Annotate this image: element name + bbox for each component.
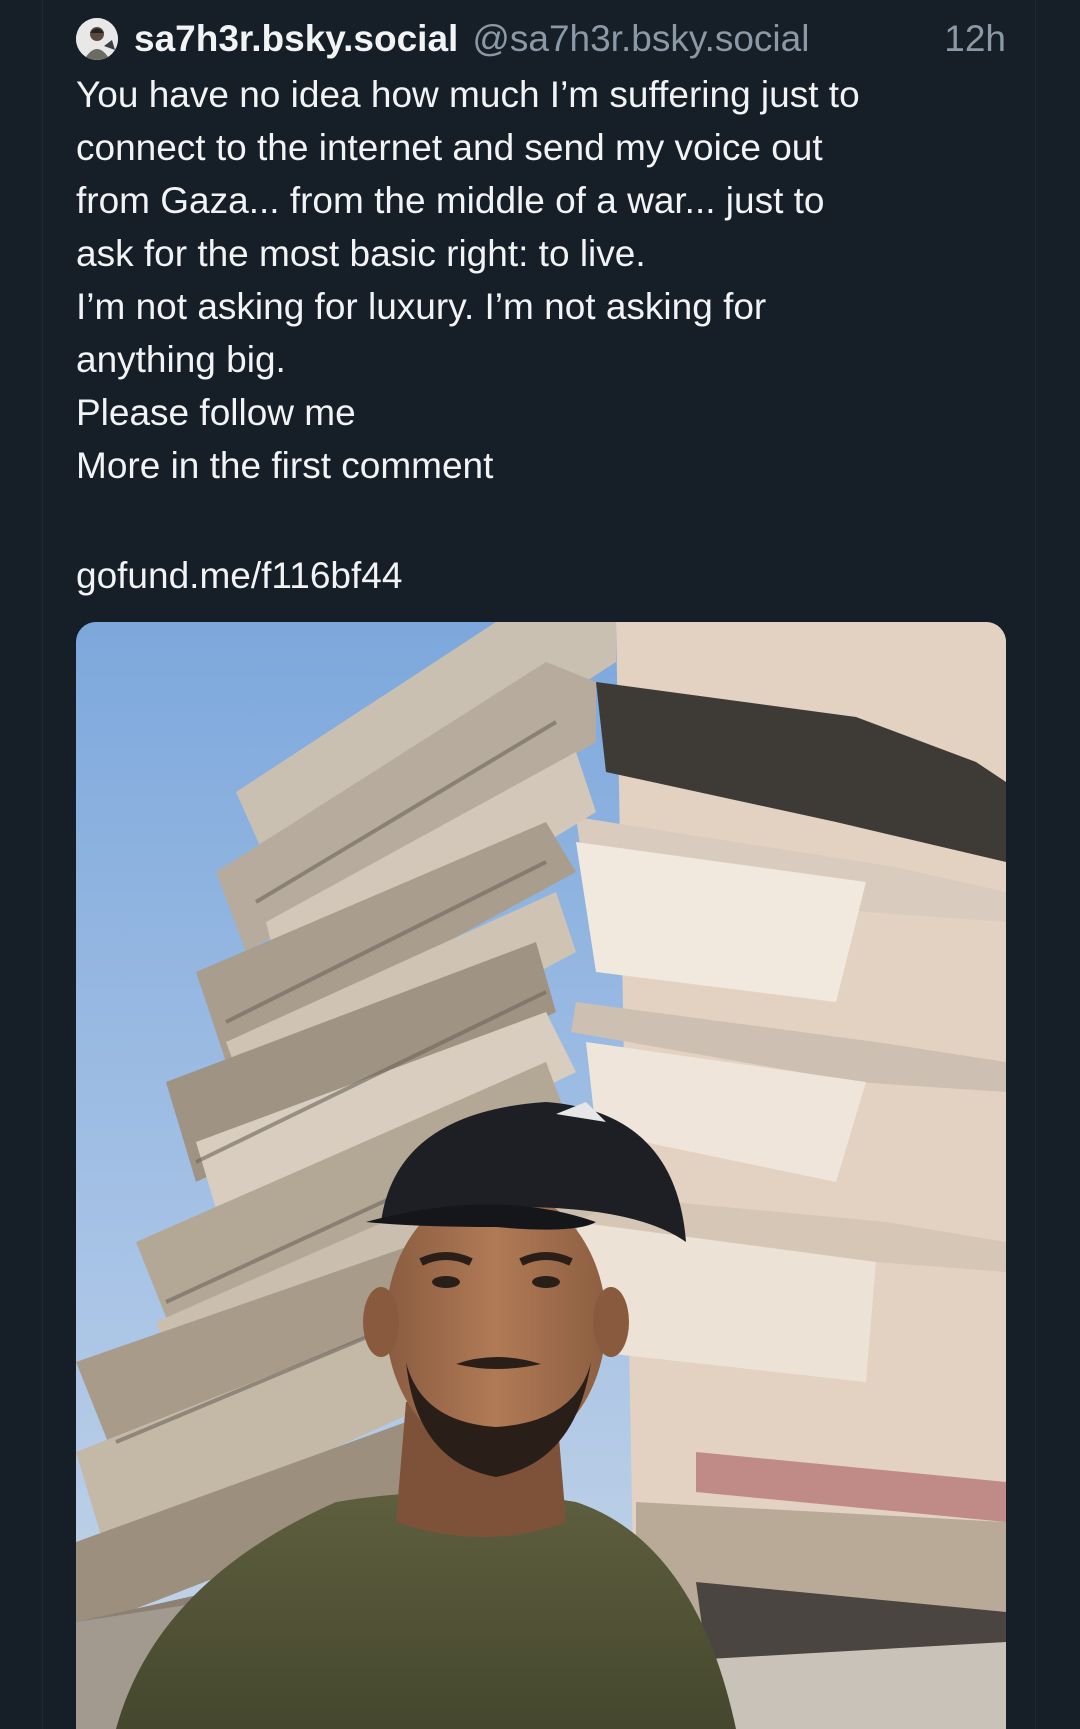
- post-text-line: from Gaza... from the middle of a war...…: [76, 180, 825, 221]
- author-handle[interactable]: @sa7h3r.bsky.social: [472, 18, 809, 60]
- post-timestamp[interactable]: 12h: [944, 18, 1006, 60]
- post-header: sa7h3r.bsky.social @sa7h3r.bsky.social 1…: [76, 14, 1006, 64]
- post-text-line: ask for the most basic right: to live.: [76, 233, 646, 274]
- post-card[interactable]: sa7h3r.bsky.social @sa7h3r.bsky.social 1…: [42, 0, 1036, 1729]
- post-text-line: connect to the internet and send my voic…: [76, 127, 823, 168]
- post-text: You have no idea how much I’m suffering …: [76, 68, 1006, 492]
- avatar[interactable]: [76, 18, 118, 60]
- gofundme-link[interactable]: gofund.me/f116bf44: [76, 549, 402, 602]
- post-text-line: You have no idea how much I’m suffering …: [76, 74, 860, 115]
- post-text-line: I’m not asking for luxury. I’m not askin…: [76, 286, 767, 327]
- post-text-line: anything big.: [76, 339, 286, 380]
- author-display-name[interactable]: sa7h3r.bsky.social: [134, 18, 458, 60]
- photo-illustration: [76, 622, 1006, 1729]
- post-image[interactable]: [76, 622, 1006, 1729]
- post-text-line: More in the first comment: [76, 445, 494, 486]
- post-text-line: Please follow me: [76, 392, 356, 433]
